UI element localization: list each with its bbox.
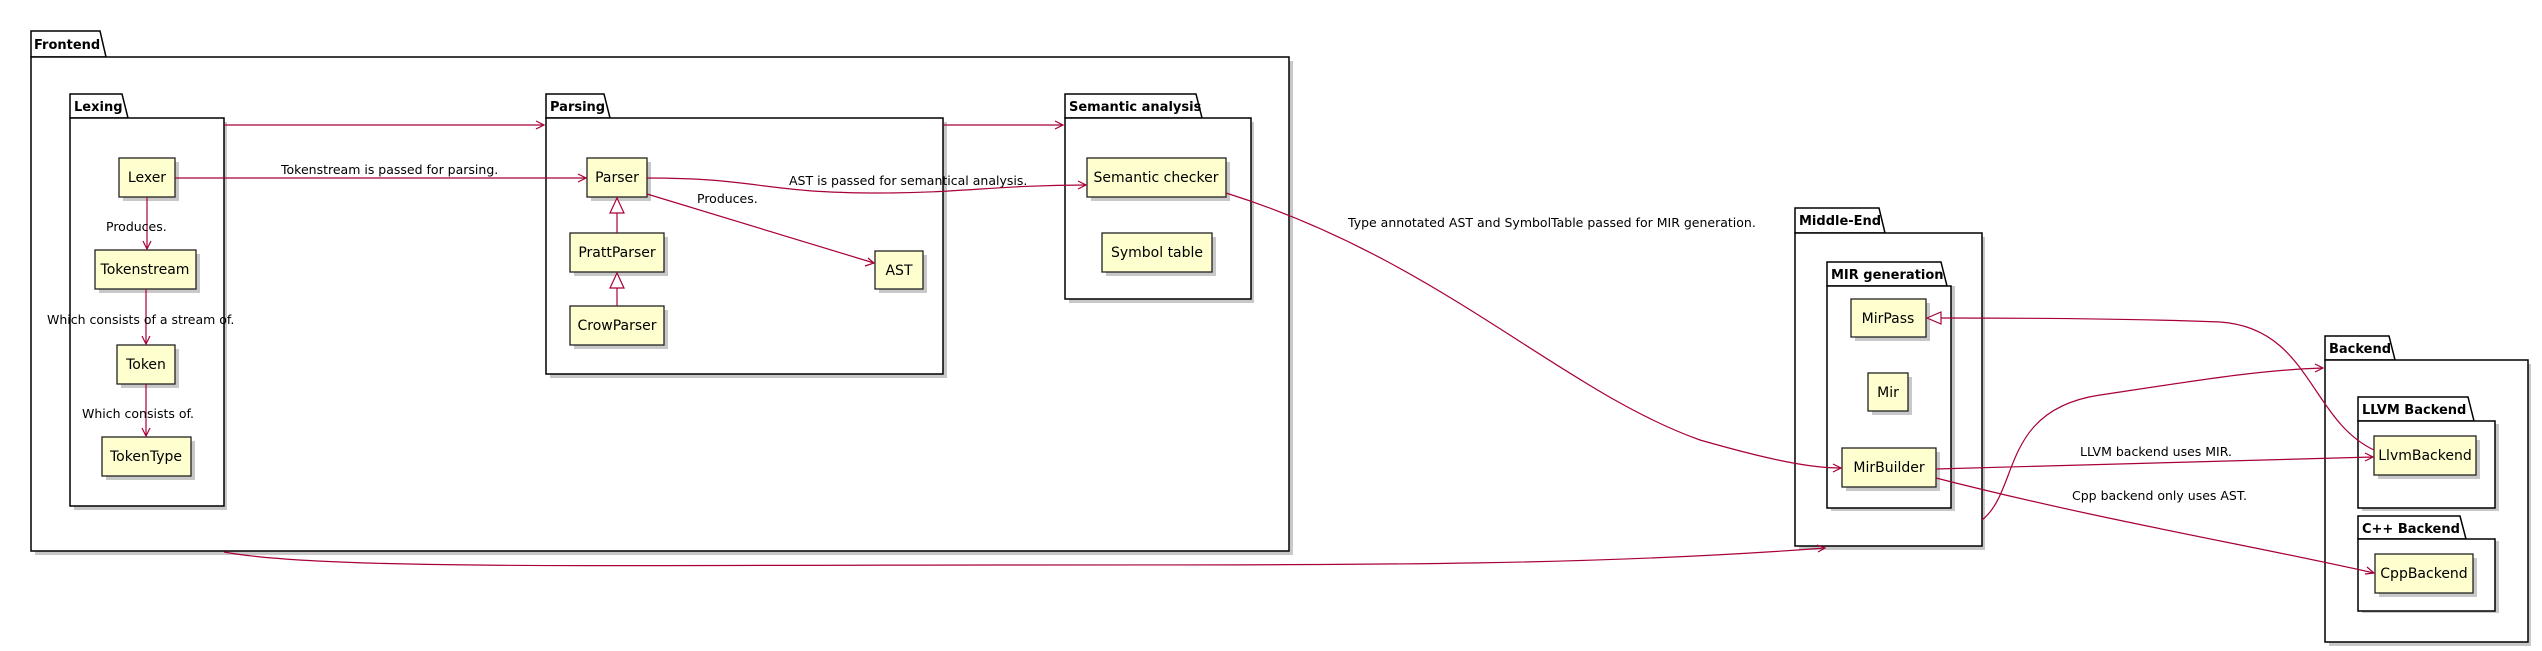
node-crowparser: CrowParser xyxy=(569,305,668,349)
node-label-mirbuilder: MirBuilder xyxy=(1853,460,1924,476)
package-label-middle-end: Middle-End xyxy=(1799,214,1881,229)
edge-label-token-tokentype: Which consists of. xyxy=(82,406,194,421)
node-cppbackend: CppBackend xyxy=(2374,553,2477,597)
edge-llvmbackend-mirpass xyxy=(1925,311,2375,451)
edge-label-mirbuilder-cpp: Cpp backend only uses AST. xyxy=(2072,488,2247,503)
package-diagram: Frontend Lexing Parsing Semantic analysi… xyxy=(30,30,2531,646)
node-label-lexer: Lexer xyxy=(128,170,166,186)
node-label-ast: AST xyxy=(885,263,912,279)
edge-label-semantic-mirbuilder: Type annotated AST and SymbolTable passe… xyxy=(1347,215,1756,230)
node-parser: Parser xyxy=(586,157,651,201)
node-label-cppbackend: CppBackend xyxy=(2380,566,2467,582)
node-llvmbackend: LlvmBackend xyxy=(2373,435,2480,479)
node-label-symbol-table: Symbol table xyxy=(1111,245,1203,261)
node-label-token: Token xyxy=(125,357,166,373)
edge-label-parser-semantic: AST is passed for semantical analysis. xyxy=(789,173,1027,188)
node-prattparser: PrattParser xyxy=(569,232,668,276)
edge-label-tokenstream-token: Which consists of a stream of. xyxy=(47,312,234,327)
node-lexer: Lexer xyxy=(118,157,179,201)
node-label-prattparser: PrattParser xyxy=(578,245,656,261)
node-mir: Mir xyxy=(1867,372,1912,415)
node-tokenstream: Tokenstream xyxy=(94,249,200,293)
edge-label-lexer-parser: Tokenstream is passed for parsing. xyxy=(280,162,498,177)
node-label-tokenstream: Tokenstream xyxy=(100,262,190,278)
node-label-mir: Mir xyxy=(1877,385,1899,401)
node-mirbuilder: MirBuilder xyxy=(1841,447,1940,491)
node-label-mirpass: MirPass xyxy=(1862,311,1915,327)
package-label-cpp-backend: C++ Backend xyxy=(2362,522,2460,537)
package-label-semantic: Semantic analysis xyxy=(1069,100,1202,115)
package-label-lexing: Lexing xyxy=(74,100,123,115)
edge-label-lexer-tokenstream: Produces. xyxy=(106,219,167,234)
package-label-mir-generation: MIR generation xyxy=(1831,268,1944,283)
package-label-backend: Backend xyxy=(2329,342,2391,357)
node-ast: AST xyxy=(874,250,927,293)
node-label-parser: Parser xyxy=(595,170,639,186)
node-mirpass: MirPass xyxy=(1850,298,1930,341)
node-label-llvmbackend: LlvmBackend xyxy=(2378,448,2471,464)
node-semantic-checker: Semantic checker xyxy=(1086,157,1230,201)
package-label-llvm-backend: LLVM Backend xyxy=(2362,403,2466,418)
node-label-crowparser: CrowParser xyxy=(577,318,656,334)
edge-label-parser-ast: Produces. xyxy=(697,191,758,206)
package-label-parsing: Parsing xyxy=(550,100,605,115)
node-tokentype: TokenType xyxy=(101,436,195,480)
package-label-frontend: Frontend xyxy=(34,38,100,53)
edge-label-mirbuilder-llvm: LLVM backend uses MIR. xyxy=(2080,444,2232,459)
node-label-semantic-checker: Semantic checker xyxy=(1094,170,1219,186)
node-label-tokentype: TokenType xyxy=(109,449,182,465)
node-symbol-table: Symbol table xyxy=(1101,232,1216,276)
edge-semantic-mirbuilder xyxy=(1225,192,1843,473)
node-token: Token xyxy=(116,344,179,388)
